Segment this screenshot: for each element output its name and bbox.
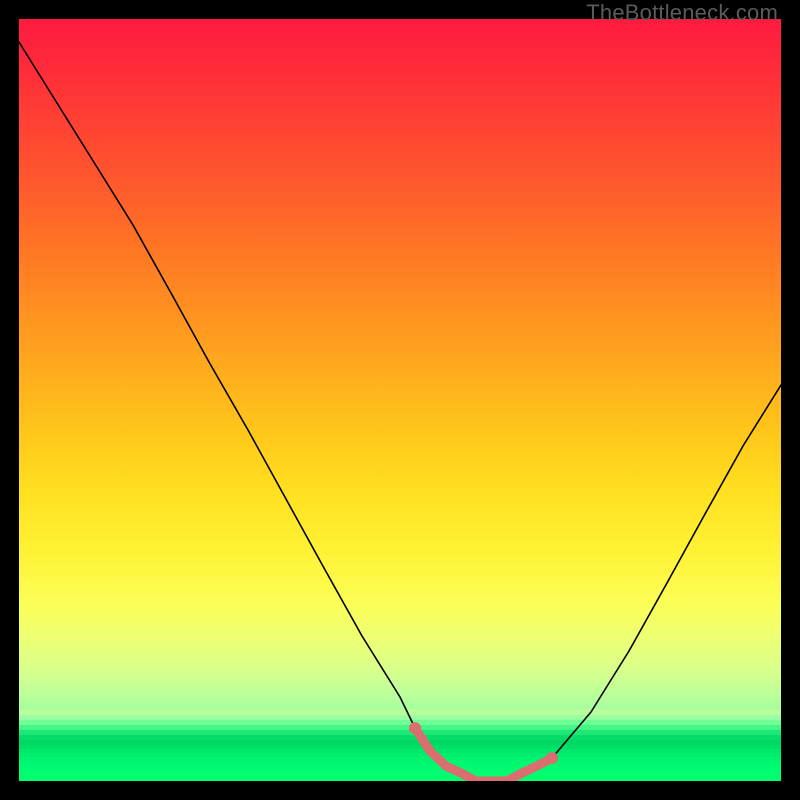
chart-background-gradient [19, 19, 781, 781]
watermark-text: TheBottleneck.com [586, 0, 778, 26]
chart-frame [19, 19, 781, 781]
